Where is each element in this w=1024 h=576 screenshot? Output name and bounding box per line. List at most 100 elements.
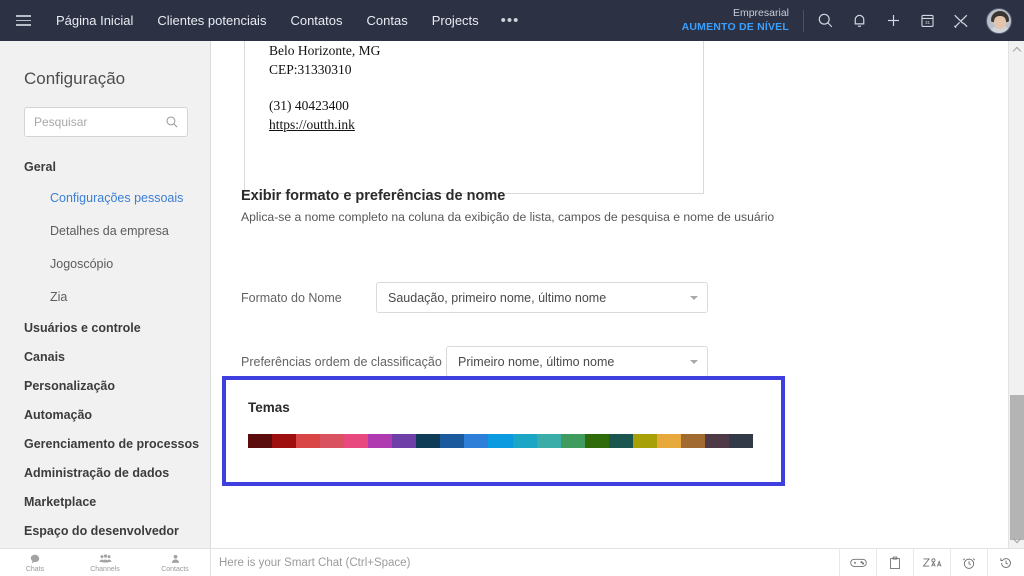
svg-text:31: 31	[924, 20, 930, 25]
theme-swatch-20[interactable]	[729, 434, 753, 448]
sort-order-row: Preferências ordem de classificação Prim…	[241, 346, 708, 377]
sidebar-item-canais[interactable]: Canais	[0, 343, 210, 372]
chat-tab-channels[interactable]: Channels	[70, 549, 140, 576]
sidebar-item-personalizacao[interactable]: Personalização	[0, 372, 210, 401]
nav-item-contacts[interactable]: Contatos	[278, 0, 354, 41]
sidebar-item-administracao-de-dados[interactable]: Administração de dados	[0, 459, 210, 488]
chat-tab-contacts[interactable]: Contacts	[140, 549, 210, 576]
sidebar-item-configuracoes-pessoais[interactable]: Configurações pessoais	[0, 182, 210, 215]
search-icon[interactable]	[808, 0, 842, 41]
sort-order-selected-value: Primeiro nome, último nome	[458, 355, 614, 369]
theme-swatch-6[interactable]	[392, 434, 416, 448]
chat-bubble-icon	[29, 553, 41, 565]
theme-swatch-2[interactable]	[296, 434, 320, 448]
sidebar-item-jogoscopio[interactable]: Jogoscópio	[0, 248, 210, 281]
theme-swatch-4[interactable]	[344, 434, 368, 448]
theme-swatch-16[interactable]	[633, 434, 657, 448]
sidebar-item-gerenciamento-de-processos[interactable]: Gerenciamento de processos	[0, 430, 210, 459]
address-website-link[interactable]: https://outth.ink	[269, 117, 355, 132]
plus-icon[interactable]	[876, 0, 910, 41]
chevron-down-icon	[690, 360, 698, 364]
nav-item-projects[interactable]: Projects	[420, 0, 491, 41]
people-group-icon	[99, 553, 112, 565]
alarm-clock-icon[interactable]	[950, 549, 987, 576]
person-icon	[170, 553, 181, 565]
theme-color-swatches[interactable]	[248, 434, 753, 448]
chat-tab-channels-label: Channels	[90, 566, 120, 573]
address-postal-line: CEP:31330310	[269, 60, 703, 79]
plan-info[interactable]: Empresarial AUMENTO DE NÍVEL	[682, 7, 803, 33]
app-root: Página Inicial Clientes potenciais Conta…	[0, 0, 1024, 576]
sort-order-select[interactable]: Primeiro nome, último nome	[446, 346, 708, 377]
sidebar-item-espaco-do-desenvolvedor[interactable]: Espaço do desenvolvedor	[0, 517, 210, 546]
theme-swatch-0[interactable]	[248, 434, 272, 448]
name-format-selected-value: Saudação, primeiro nome, último nome	[388, 291, 606, 305]
content-scrollbar[interactable]	[1008, 41, 1024, 548]
bell-icon[interactable]	[842, 0, 876, 41]
nav-item-home[interactable]: Página Inicial	[44, 0, 145, 41]
top-navigation-bar: Página Inicial Clientes potenciais Conta…	[0, 0, 1024, 41]
calendar-icon[interactable]: 31	[910, 0, 944, 41]
chevron-down-icon[interactable]	[1009, 532, 1024, 548]
address-phone-line: (31) 40423400	[269, 96, 703, 115]
theme-swatch-12[interactable]	[537, 434, 561, 448]
sidebar-item-geral[interactable]: Geral	[0, 153, 210, 182]
sidebar-item-marketplace[interactable]: Marketplace	[0, 488, 210, 517]
gamepad-icon[interactable]	[839, 549, 876, 576]
theme-swatch-7[interactable]	[416, 434, 440, 448]
name-format-section-title: Exibir formato e preferências de nome	[241, 188, 505, 204]
theme-swatch-10[interactable]	[488, 434, 512, 448]
plan-name: Empresarial	[682, 7, 789, 20]
zia-icon[interactable]	[913, 549, 950, 576]
chat-tab-chats-label: Chats	[26, 566, 44, 573]
user-avatar[interactable]	[986, 8, 1012, 34]
top-nav-links: Página Inicial Clientes potenciais Conta…	[44, 0, 529, 41]
smart-chat-input[interactable]: Here is your Smart Chat (Ctrl+Space)	[211, 549, 839, 576]
name-format-select[interactable]: Saudação, primeiro nome, último nome	[376, 282, 708, 313]
plan-upgrade-link[interactable]: AUMENTO DE NÍVEL	[682, 21, 789, 34]
company-address-card: Belo Horizonte, MG CEP:31330310 (31) 404…	[244, 41, 704, 194]
themes-section: Temas	[222, 376, 785, 486]
theme-swatch-18[interactable]	[681, 434, 705, 448]
search-input[interactable]	[25, 108, 187, 136]
bottom-status-bar: Chats Channels Contacts Here is your Sma…	[0, 548, 1024, 576]
chevron-up-icon[interactable]	[1009, 41, 1024, 57]
sidebar-search-box[interactable]	[24, 107, 188, 137]
chat-tabs: Chats Channels Contacts	[0, 549, 211, 576]
tools-icon[interactable]	[944, 0, 978, 41]
scrollbar-thumb[interactable]	[1010, 395, 1024, 540]
nav-item-more-icon[interactable]: •••	[491, 0, 530, 41]
nav-item-leads[interactable]: Clientes potenciais	[145, 0, 278, 41]
theme-swatch-5[interactable]	[368, 434, 392, 448]
theme-swatch-13[interactable]	[561, 434, 585, 448]
theme-swatch-17[interactable]	[657, 434, 681, 448]
chat-tab-chats[interactable]: Chats	[0, 549, 70, 576]
theme-swatch-11[interactable]	[513, 434, 537, 448]
theme-swatch-1[interactable]	[272, 434, 296, 448]
themes-title: Temas	[226, 380, 781, 415]
sidebar-item-detalhes-da-empresa[interactable]: Detalhes da empresa	[0, 215, 210, 248]
search-icon[interactable]	[165, 115, 179, 134]
sidebar-search-wrapper	[0, 89, 210, 137]
sidebar-item-usuarios-e-controle[interactable]: Usuários e controle	[0, 314, 210, 343]
nav-item-accounts[interactable]: Contas	[355, 0, 420, 41]
avatar-face	[994, 16, 1006, 29]
settings-content-panel: Belo Horizonte, MG CEP:31330310 (31) 404…	[211, 41, 1013, 548]
history-clock-icon[interactable]	[987, 549, 1024, 576]
theme-swatch-8[interactable]	[440, 434, 464, 448]
top-bar-right-cluster: Empresarial AUMENTO DE NÍVEL	[682, 0, 1024, 41]
sidebar-item-zia[interactable]: Zia	[0, 281, 210, 314]
name-format-label: Formato do Nome	[241, 291, 376, 305]
theme-swatch-15[interactable]	[609, 434, 633, 448]
theme-swatch-3[interactable]	[320, 434, 344, 448]
address-text-block: Belo Horizonte, MG CEP:31330310 (31) 404…	[245, 41, 703, 134]
sidebar-item-automacao[interactable]: Automação	[0, 401, 210, 430]
hamburger-menu-icon[interactable]	[6, 15, 40, 26]
settings-sidebar: Configuração Geral Configurações pessoai…	[0, 41, 211, 548]
clipboard-icon[interactable]	[876, 549, 913, 576]
chevron-down-icon	[690, 296, 698, 300]
theme-swatch-9[interactable]	[464, 434, 488, 448]
address-city-line: Belo Horizonte, MG	[269, 41, 703, 60]
theme-swatch-19[interactable]	[705, 434, 729, 448]
theme-swatch-14[interactable]	[585, 434, 609, 448]
